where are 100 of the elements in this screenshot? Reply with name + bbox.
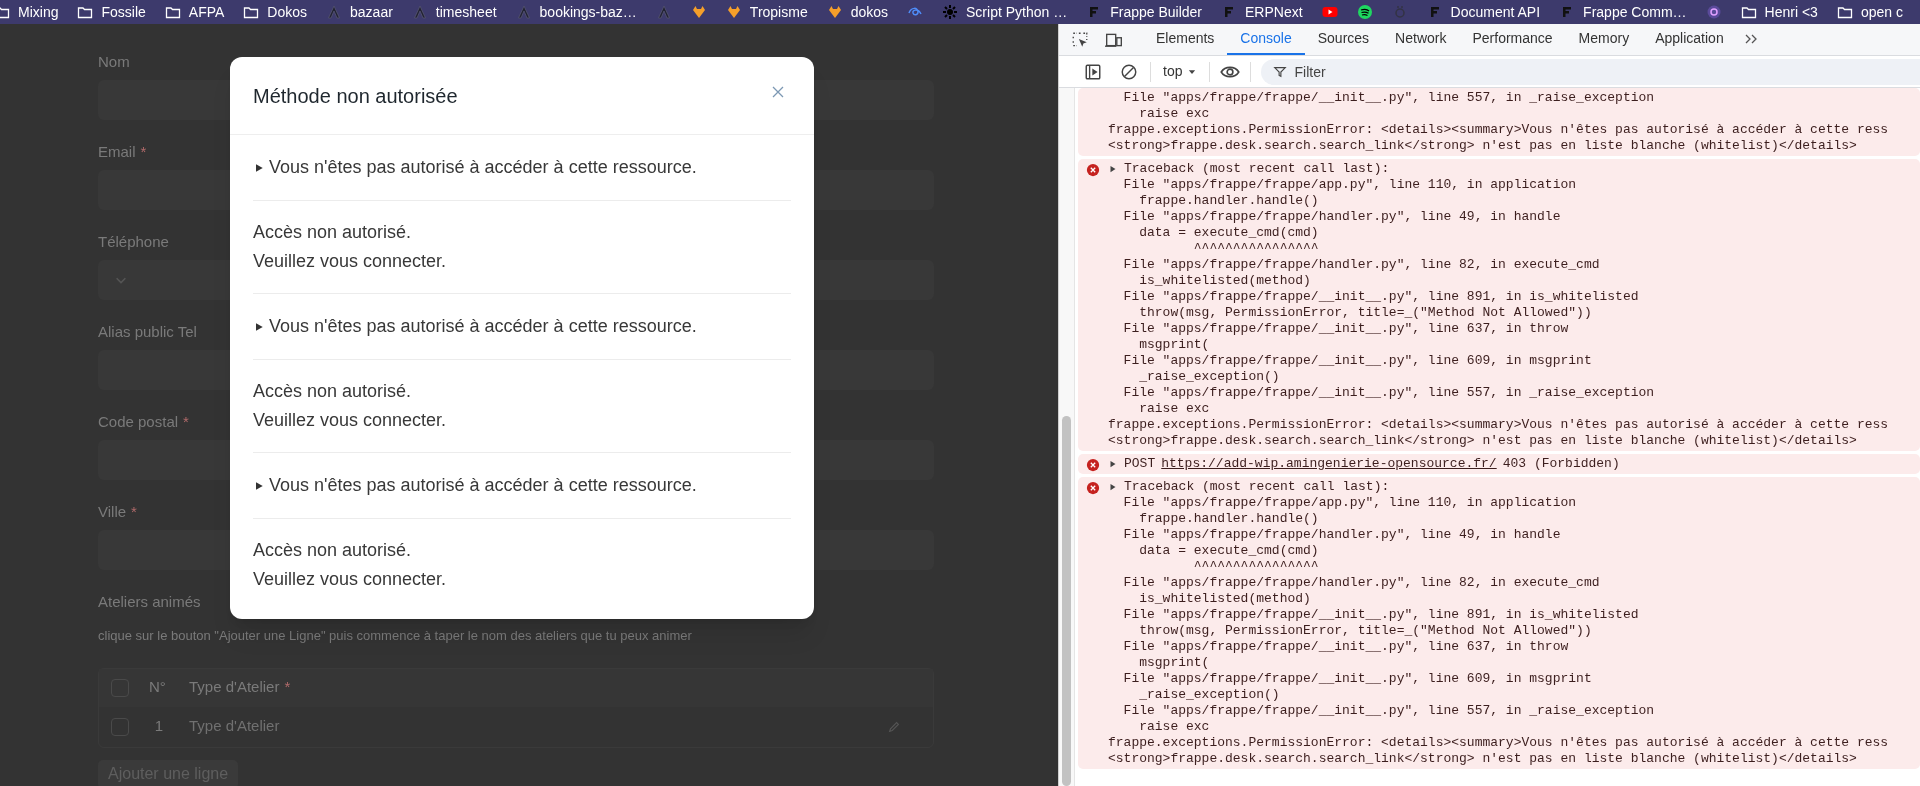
scrollbar-thumb[interactable] [1062, 416, 1071, 786]
bookmark[interactable]: timesheet [411, 1, 497, 23]
console-line: is_whitelisted(method) [1138, 591, 1312, 607]
console-line: data = execute_cmd(cmd) [1138, 225, 1320, 241]
dialog-title: Méthode non autorisée [253, 83, 458, 109]
console-line: frappe.exceptions.PermissionError: <details><summary>Vous n'êtes pas autorisé à accéder à cette ress [1108, 735, 1890, 751]
error-icon [1086, 163, 1100, 177]
message-summary[interactable]: Vous n'êtes pas autorisé à accéder à cette ressource. [269, 154, 697, 181]
field-label: Nom [98, 51, 130, 72]
bookmark[interactable]: Mixing [0, 1, 59, 23]
bookmark[interactable]: Frappe Builder [1086, 1, 1202, 23]
help-text: clique sur le bouton "Ajouter une Ligne" puis commence à taper le nom des ateliers que tu peux animer [98, 627, 693, 645]
console-line: File "apps/frappe/frappe/__init__.py", line 891, in is_whitelisted [1122, 289, 1640, 305]
console-line: File "apps/frappe/frappe/__init__.py", line 557, in _raise_exception [1122, 385, 1656, 401]
tab[interactable]: Performance [1459, 24, 1566, 55]
bookmark[interactable]: Document API [1426, 1, 1541, 23]
console-line: is_whitelisted(method) [1138, 273, 1312, 289]
console-line: <strong>frappe.desk.search.search_link</strong> n'est pas en liste blanche (whitelist)</details> [1108, 138, 1858, 154]
triangle-logo-icon [411, 4, 428, 20]
bookmark[interactable]: Script Python … [942, 1, 1068, 23]
console-line: File "apps/frappe/frappe/__init__.py", line 609, in msgprint [1122, 353, 1593, 369]
bookmark[interactable]: Dokos [243, 1, 308, 23]
error-icon [1086, 458, 1100, 472]
triangle-logo-icon [655, 4, 672, 20]
console-line: File "apps/frappe/frappe/handler.py", line 82, in execute_cmd [1122, 257, 1601, 273]
console-line: frappe.exceptions.PermissionError: <details><summary>Vous n'êtes pas autorisé à accéder à cette ress [1108, 417, 1890, 433]
console-line: msgprint( [1138, 655, 1211, 671]
console-line: File "apps/frappe/frappe/__init__.py", line 637, in throw [1122, 639, 1570, 655]
message-text: Accès non autorisé. [253, 221, 413, 244]
console-line: ^^^^^^^^^^^^^^^^ [1192, 241, 1320, 257]
console-line: File "apps/frappe/frappe/handler.py", line 49, in handle [1122, 209, 1562, 225]
console-line: File "apps/frappe/frappe/handler.py", line 49, in handle [1122, 527, 1562, 543]
console-line: File "apps/frappe/frappe/__init__.py", line 891, in is_whitelisted [1122, 607, 1640, 623]
console-line: <strong>frappe.desk.search.search_link</strong> n'est pas en liste blanche (whitelist)</details> [1108, 751, 1858, 767]
folder-icon [77, 4, 94, 20]
message-summary[interactable]: Vous n'êtes pas autorisé à accéder à cette ressource. [269, 313, 697, 340]
required-mark: * [131, 501, 137, 522]
filter-field[interactable]: Filter [1261, 58, 1920, 85]
clear-icon[interactable] [1120, 62, 1138, 81]
bookmark[interactable]: bookings-baz… [515, 1, 637, 23]
folder-icon [1740, 4, 1757, 20]
field-label: Téléphone [98, 231, 169, 252]
console-line: throw(msg, PermissionError, title=_("Method Not Allowed")) [1138, 305, 1593, 321]
context-dropdown[interactable]: top [1163, 61, 1198, 82]
bookmark[interactable]: ERPNext [1221, 1, 1303, 23]
console-line: File "apps/frappe/frappe/__init__.py", line 557, in _raise_exception [1122, 90, 1656, 106]
expand-triangle-icon[interactable] [1108, 459, 1118, 469]
console-line: frappe.exceptions.PermissionError: <details><summary>Vous n'êtes pas autorisé à accéder à cette ress [1108, 122, 1890, 138]
tab[interactable]: Network [1382, 24, 1460, 55]
console-line: _raise_exception() [1138, 687, 1281, 703]
folder-icon [164, 4, 181, 20]
console-line: frappe.handler.handle() [1138, 511, 1320, 527]
column-header: N° [149, 677, 166, 698]
field-label: Code postal [98, 411, 179, 432]
console-line: <strong>frappe.desk.search.search_link</strong> n'est pas en liste blanche (whitelist)</details> [1108, 433, 1858, 449]
message-text: Veuillez vous connecter. [253, 250, 448, 273]
tab[interactable]: Memory [1565, 24, 1643, 55]
bookmark[interactable]: bazaar [326, 1, 393, 23]
tab[interactable]: Application [1642, 24, 1737, 55]
circle-waves-icon [1356, 4, 1373, 20]
request-url-link[interactable]: https://add-wip.amingenierie-opensource.fr/ [1161, 456, 1497, 472]
console-line: frappe.handler.handle() [1138, 193, 1320, 209]
bookmark[interactable]: Tropisme [725, 1, 808, 23]
console-line: File "apps/frappe/frappe/app.py", line 110, in application [1122, 495, 1578, 511]
console-line: raise exc [1138, 106, 1211, 122]
filter-icon [1273, 64, 1288, 79]
shield-icon [725, 4, 742, 20]
row-number: 1 [153, 716, 165, 737]
bookmark[interactable]: open c [1836, 1, 1903, 23]
bookmark[interactable]: dokos [826, 1, 889, 23]
shield-icon [826, 4, 843, 20]
console-line: msgprint( [1138, 337, 1211, 353]
bookmark[interactable]: Henri <3 [1740, 1, 1818, 23]
badge-icon [1705, 4, 1722, 20]
field-label: Ateliers animés [98, 591, 201, 612]
console-line: raise exc [1138, 719, 1211, 735]
console-line: raise exc [1138, 401, 1211, 417]
play-icon [1321, 4, 1338, 20]
inspect-icon[interactable] [1071, 30, 1089, 49]
triangle-logo-icon [515, 4, 532, 20]
message-summary[interactable]: Vous n'êtes pas autorisé à accéder à cette ressource. [269, 472, 697, 499]
traceback-header[interactable]: Traceback (most recent call last): [1124, 479, 1390, 495]
bookmark[interactable]: Frappe Comm… [1559, 1, 1687, 23]
console-line: _raise_exception() [1138, 369, 1281, 385]
traceback-header[interactable]: Traceback (most recent call last): [1124, 161, 1390, 177]
column-header: Type d'Atelier [189, 677, 280, 698]
bookmark[interactable]: Fossile [77, 1, 146, 23]
expand-triangle-icon[interactable] [1108, 164, 1118, 174]
message-text: Accès non autorisé. [253, 539, 413, 562]
console-line: data = execute_cmd(cmd) [1138, 543, 1320, 559]
tab[interactable]: Elements [1143, 24, 1228, 55]
tab[interactable]: Sources [1304, 24, 1383, 55]
field-label: Ville [98, 501, 127, 522]
expand-triangle-icon[interactable] [1108, 482, 1118, 492]
console-line: File "apps/frappe/frappe/__init__.py", line 637, in throw [1122, 321, 1570, 337]
message-text: Veuillez vous connecter. [253, 409, 448, 432]
field-label: Email [98, 141, 136, 162]
console-line: File "apps/frappe/frappe/__init__.py", line 609, in msgprint [1122, 671, 1593, 687]
bookmark[interactable]: AFPA [164, 1, 225, 23]
sidebar-icon[interactable] [1084, 62, 1102, 81]
